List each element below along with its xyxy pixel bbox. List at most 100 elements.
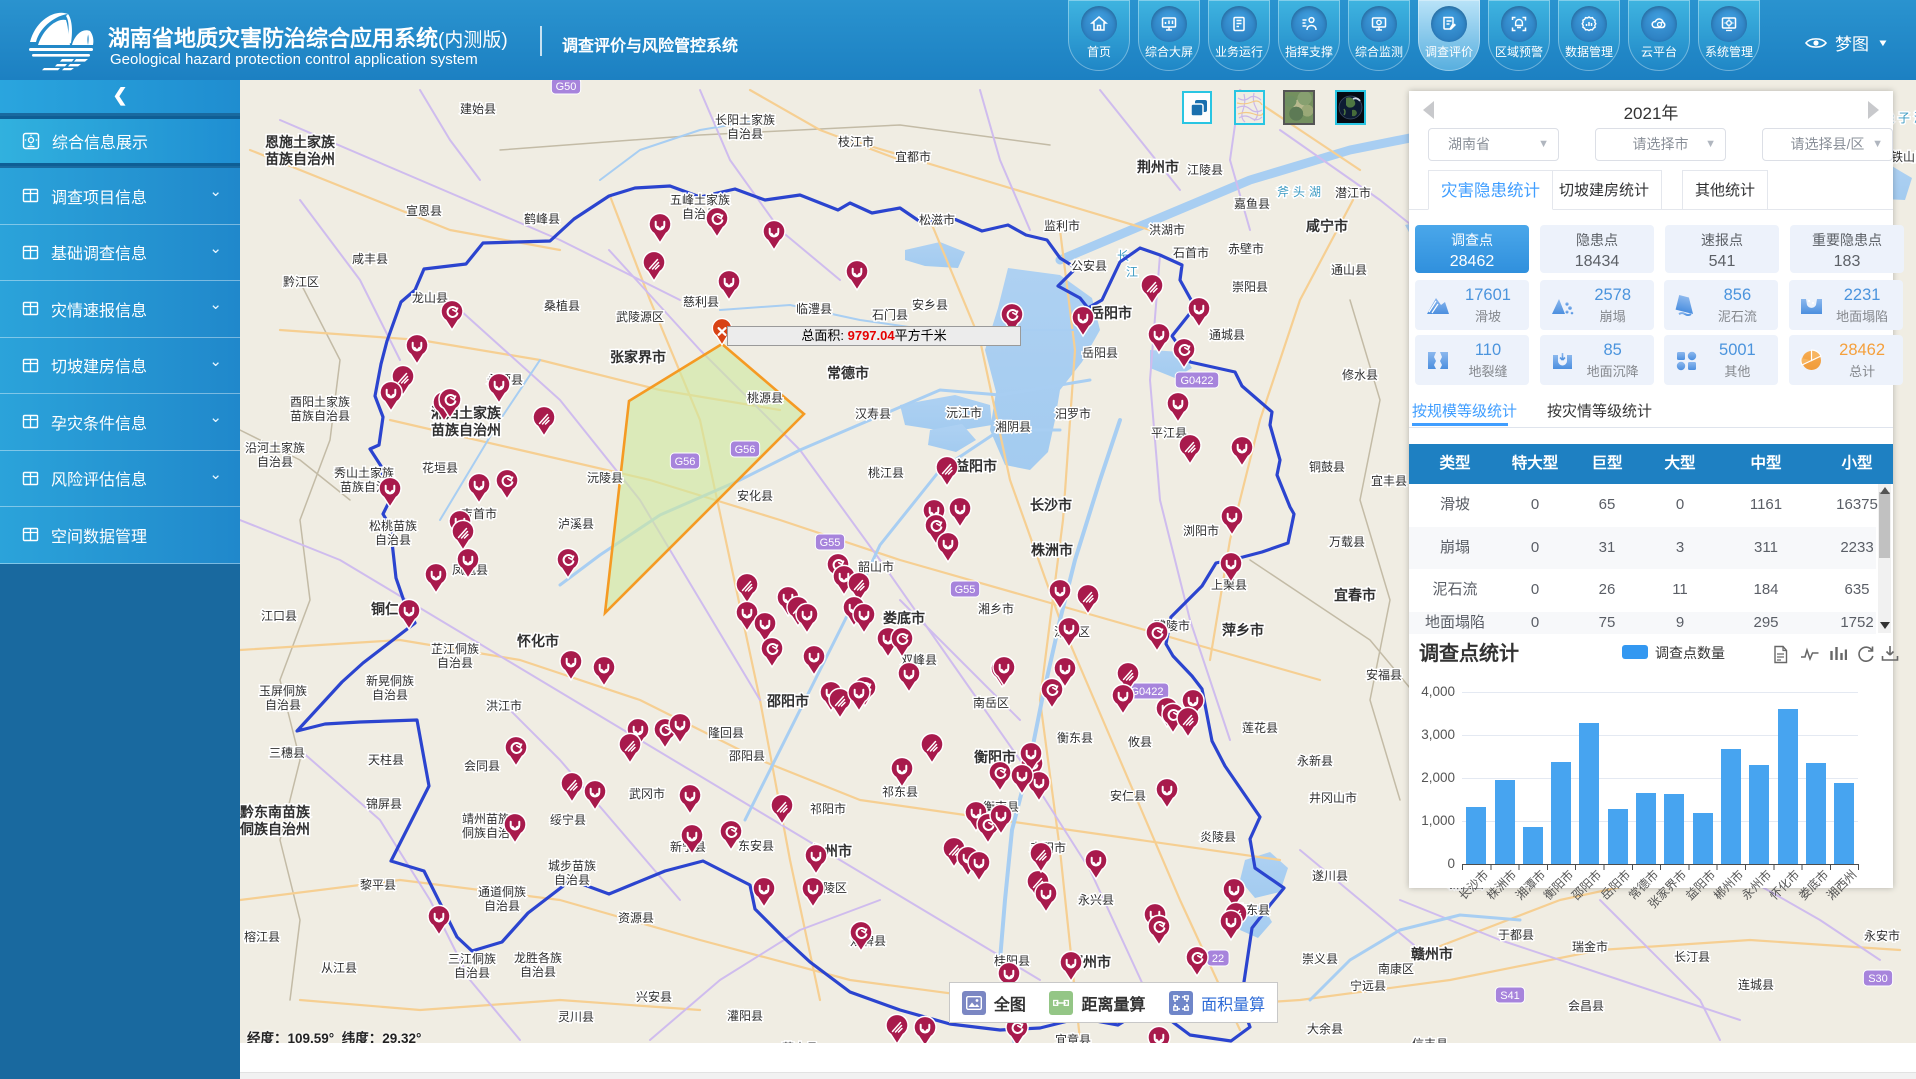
- svg-text:龙山县: 龙山县: [412, 291, 448, 305]
- svg-text:桃江县: 桃江县: [868, 465, 904, 480]
- svg-text:铁山区: 铁山区: [1891, 150, 1916, 164]
- svg-text:沿河土家族: 沿河土家族: [245, 440, 305, 455]
- svg-text:G0422: G0422: [1180, 375, 1213, 387]
- svg-text:安化县: 安化县: [737, 488, 773, 503]
- svg-text:黎平县: 黎平县: [360, 878, 396, 892]
- svg-text:三江侗族: 三江侗族: [448, 952, 496, 966]
- svg-text:公安县: 公安县: [1071, 258, 1107, 273]
- svg-text:自治县: 自治县: [484, 899, 520, 913]
- svg-text:G50: G50: [556, 81, 577, 93]
- svg-text:浏阳市: 浏阳市: [1183, 523, 1219, 538]
- svg-text:遂川县: 遂川县: [1312, 869, 1348, 883]
- svg-text:靖州苗族: 靖州苗族: [462, 812, 510, 826]
- svg-text:22: 22: [1212, 953, 1224, 965]
- svg-text:天柱县: 天柱县: [368, 752, 404, 767]
- svg-text:松桃苗族: 松桃苗族: [369, 518, 417, 533]
- svg-text:资源县: 资源县: [618, 911, 654, 925]
- svg-text:灌阳县: 灌阳县: [727, 1009, 763, 1023]
- svg-text:江口县: 江口县: [261, 609, 297, 623]
- svg-text:洪江市: 洪江市: [486, 698, 522, 713]
- svg-text:祁阳市: 祁阳市: [810, 801, 846, 816]
- svg-text:江陵县: 江陵县: [1187, 163, 1223, 177]
- svg-text:岳阳市: 岳阳市: [1090, 305, 1132, 321]
- svg-text:安仁县: 安仁县: [1110, 788, 1146, 803]
- svg-text:兴安县: 兴安县: [636, 989, 672, 1004]
- svg-text:南康区: 南康区: [1378, 961, 1414, 976]
- svg-text:怀化市: 怀化市: [517, 633, 559, 649]
- svg-text:G0422: G0422: [1130, 686, 1163, 698]
- svg-text:会昌县: 会昌县: [1568, 999, 1604, 1013]
- svg-text:于都县: 于都县: [1498, 928, 1534, 942]
- svg-text:S41: S41: [1500, 990, 1520, 1002]
- svg-text:五峰土家族: 五峰土家族: [670, 192, 730, 207]
- svg-text:宁远县: 宁远县: [1350, 978, 1386, 993]
- svg-text:桑植县: 桑植县: [544, 298, 580, 313]
- svg-text:自治县: 自治县: [375, 533, 411, 547]
- svg-text:修水县: 修水县: [1342, 367, 1378, 382]
- svg-text:洪湖市: 洪湖市: [1149, 222, 1185, 237]
- svg-text:恩施土家族: 恩施土家族: [265, 134, 336, 150]
- svg-text:枝江市: 枝江市: [838, 134, 874, 149]
- svg-text:通山县: 通山县: [1331, 263, 1367, 277]
- svg-text:崇阳县: 崇阳县: [1232, 280, 1268, 294]
- svg-text:苗族自治州: 苗族自治州: [431, 422, 501, 438]
- svg-text:永兴县: 永兴县: [1078, 893, 1114, 907]
- svg-text:自治县: 自治县: [257, 455, 293, 469]
- svg-text:侗族自治州: 侗族自治州: [240, 821, 310, 837]
- svg-text:邵阳市: 邵阳市: [766, 693, 809, 709]
- svg-text:汉寿县: 汉寿县: [855, 407, 891, 421]
- svg-text:建始县: 建始县: [460, 102, 496, 116]
- svg-text:大余县: 大余县: [1307, 1021, 1343, 1036]
- svg-text:慈利县: 慈利县: [683, 294, 719, 309]
- svg-text:沅陵县: 沅陵县: [587, 471, 623, 485]
- svg-text:东安县: 东安县: [738, 838, 774, 853]
- svg-text:汨罗市: 汨罗市: [1055, 406, 1091, 421]
- svg-text:临澧县: 临澧县: [796, 302, 832, 316]
- svg-text:自治县: 自治县: [265, 698, 301, 712]
- svg-text:永新县: 永新县: [1297, 753, 1333, 768]
- svg-text:通城县: 通城县: [1209, 328, 1245, 342]
- svg-text:泸溪县: 泸溪县: [558, 517, 594, 531]
- svg-text:咸丰县: 咸丰县: [352, 252, 388, 266]
- svg-text:G56: G56: [675, 456, 696, 468]
- svg-text:娄底市: 娄底市: [883, 610, 925, 626]
- svg-text:攸县: 攸县: [1128, 734, 1152, 749]
- svg-text:岳阳县: 岳阳县: [1082, 346, 1118, 360]
- svg-text:武冈市: 武冈市: [629, 786, 665, 801]
- svg-text:桃源县: 桃源县: [747, 390, 783, 405]
- svg-text:榕江县: 榕江县: [244, 929, 280, 944]
- svg-text:自治县: 自治县: [372, 688, 408, 702]
- svg-text:侗族自治: 侗族自治: [462, 826, 510, 840]
- svg-text:三穗县: 三穗县: [269, 746, 305, 760]
- svg-text:灵川县: 灵川县: [558, 1010, 594, 1024]
- svg-text:隆回县: 隆回县: [708, 725, 744, 740]
- svg-text:张家界市: 张家界市: [610, 349, 666, 365]
- svg-text:斧头湖: 斧头湖: [1277, 184, 1325, 199]
- svg-text:益阳市: 益阳市: [955, 458, 997, 474]
- svg-text:长沙市: 长沙市: [1030, 497, 1072, 513]
- svg-text:潜江市: 潜江市: [1335, 185, 1371, 200]
- svg-text:常德市: 常德市: [827, 365, 869, 381]
- svg-text:城步苗族: 城步苗族: [548, 859, 596, 873]
- svg-text:花垣县: 花垣县: [422, 460, 458, 475]
- svg-text:苗族自治州: 苗族自治州: [265, 151, 335, 167]
- svg-text:韶山市: 韶山市: [858, 559, 894, 574]
- svg-text:咸宁市: 咸宁市: [1306, 218, 1348, 234]
- svg-text:万载县: 万载县: [1329, 535, 1365, 549]
- svg-text:G55: G55: [955, 584, 976, 596]
- svg-text:湘阴县: 湘阴县: [995, 419, 1031, 434]
- svg-text:自治县: 自治县: [727, 127, 763, 141]
- svg-text:连城县: 连城县: [1738, 977, 1774, 992]
- svg-text:自治县: 自治县: [554, 873, 590, 887]
- svg-text:龙胜各族: 龙胜各族: [514, 950, 562, 965]
- svg-text:赣州市: 赣州市: [1411, 946, 1453, 962]
- svg-text:崇义县: 崇义县: [1302, 952, 1338, 966]
- svg-text:绥宁县: 绥宁县: [550, 812, 586, 827]
- svg-text:自治县: 自治县: [454, 966, 490, 980]
- svg-text:瑞金市: 瑞金市: [1572, 939, 1608, 954]
- svg-text:鹤峰县: 鹤峰县: [524, 211, 560, 226]
- svg-text:祁东县: 祁东县: [882, 784, 918, 799]
- svg-text:赤壁市: 赤壁市: [1228, 241, 1264, 256]
- svg-text:武陵源区: 武陵源区: [616, 310, 664, 324]
- svg-text:荆州市: 荆州市: [1137, 159, 1179, 175]
